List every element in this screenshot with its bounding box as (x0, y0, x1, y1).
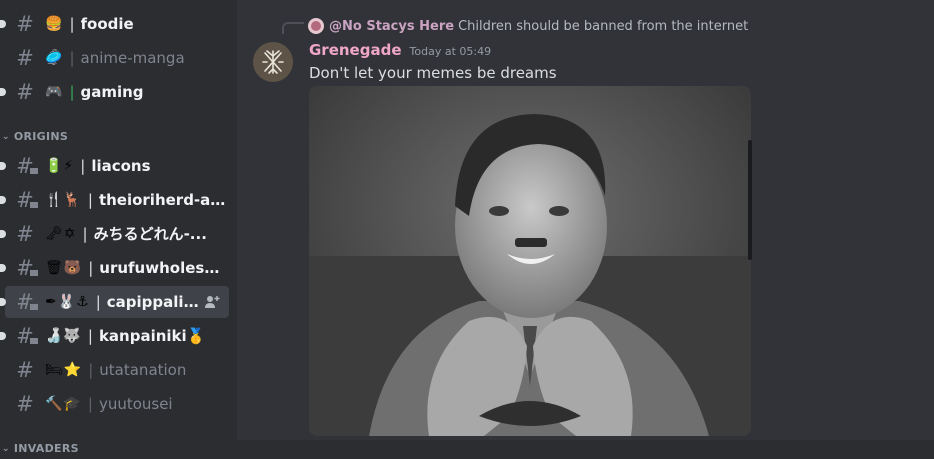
sidebar-channel-theioriherd-ak[interactable]: # 🍴🦌 | theioriherd-ak... (0, 184, 229, 216)
category-header[interactable]: ⌄ INVADERS (0, 442, 79, 455)
chevron-down-icon: ⌄ (2, 443, 10, 454)
channel-emoji: 🥏 (45, 50, 64, 66)
channel-separator: | (88, 259, 94, 277)
channel-name: theioriherd-ak... (98, 191, 229, 209)
reply-reference[interactable]: @No Stacys Here Children should be banne… (308, 18, 748, 34)
unread-indicator (0, 332, 6, 340)
unread-indicator (0, 264, 6, 272)
channel-emoji: 🔨🎓 (45, 396, 82, 412)
channel-name: みちるどれん-... (93, 225, 207, 243)
channel-sidebar: # 🍔 | foodie # 🥏 | anime-manga # 🎮 | gaming ⌄ ORIGINS… (0, 0, 237, 459)
sidebar-channel-yuutousei[interactable]: # 🔨🎓 | yuutousei (5, 388, 229, 420)
reply-avatar[interactable] (308, 18, 324, 34)
unread-indicator (0, 88, 6, 96)
text-channel-hash-icon: # (16, 12, 34, 36)
channel-separator: | (88, 361, 94, 379)
thread-badge-icon (28, 268, 40, 278)
message-header: Grenegade Today at 05:49 (309, 41, 491, 59)
channel-name: anime-manga (80, 49, 185, 67)
channel-name: capippalis... (106, 293, 203, 311)
chevron-down-icon: ⌄ (2, 131, 10, 142)
message-text: Don't let your memes be dreams (309, 64, 557, 82)
channel-name: liacons (91, 157, 151, 175)
sidebar-channel-capippalis[interactable]: # ✒🐰⚓ | capippalis... (0, 286, 229, 318)
channel-emoji: 🍶🐺 (45, 328, 82, 344)
message-timestamp[interactable]: Today at 05:49 (410, 45, 492, 58)
thread-channel-icon: # (13, 324, 40, 348)
thread-badge-icon (28, 166, 40, 176)
channel-name: kanpainiki🥇 (98, 327, 206, 345)
unread-indicator (0, 196, 6, 204)
text-channel-hash-icon: # (16, 80, 34, 104)
message-author[interactable]: Grenegade (309, 41, 402, 59)
text-channel-hash-icon: # (16, 392, 34, 416)
channel-separator: | (69, 49, 75, 67)
sidebar-channel-anime-manga[interactable]: # 🥏 | anime-manga (5, 42, 229, 74)
channel-emoji: 🎮 (45, 84, 64, 100)
reply-text[interactable]: Children should be banned from the inter… (458, 19, 748, 34)
thread-channel-icon: # (13, 154, 40, 178)
channel-separator: | (69, 83, 75, 101)
channel-emoji: 🍴🦌 (45, 192, 82, 208)
channel-emoji: 🗑🐻 (45, 260, 83, 276)
reply-connector (282, 22, 304, 34)
unread-indicator (0, 298, 6, 306)
channel-name: urufuwholesom... (99, 259, 229, 277)
thread-badge-icon (28, 200, 40, 210)
sidebar-channel-urufuwholesom[interactable]: # 🗑🐻 | urufuwholesom... (0, 252, 229, 284)
sidebar-channel-gaming[interactable]: # 🎮 | gaming (0, 76, 229, 108)
channel-separator: | (87, 327, 93, 345)
meme-photo-image (309, 86, 751, 436)
image-scrollbar[interactable] (748, 140, 752, 260)
image-attachment[interactable] (309, 86, 751, 436)
unread-indicator (0, 230, 6, 238)
category-label: INVADERS (13, 442, 79, 455)
text-channel-hash-icon: # (16, 46, 34, 70)
guild-crest-icon (253, 42, 293, 82)
channel-separator: | (82, 225, 88, 243)
sidebar-channel-liacons[interactable]: # 🔋⚡ | liacons (0, 150, 229, 182)
channel-emoji: ✒🐰⚓ (45, 294, 90, 310)
category-header[interactable]: ⌄ ORIGINS (0, 130, 68, 143)
reply-author[interactable]: @No Stacys Here (329, 19, 454, 34)
text-channel-hash-icon: # (16, 222, 34, 246)
avatar[interactable] (253, 42, 293, 82)
thread-channel-icon: # (13, 290, 40, 314)
thread-badge-icon (28, 302, 40, 312)
sidebar-channel-kanpainiki[interactable]: # 🍶🐺 | kanpainiki🥇 (0, 320, 229, 352)
unread-indicator (0, 162, 6, 170)
channel-emoji: 🍔 (45, 16, 64, 32)
thread-channel-icon: # (13, 188, 40, 212)
channel-name: utatanation (99, 361, 187, 379)
channel-separator: | (87, 395, 93, 413)
chat-bottom-bar (237, 440, 934, 459)
channel-name: gaming (80, 83, 144, 101)
sidebar-channel-utatanation[interactable]: # 🛏⭐ | utatanation (5, 354, 229, 386)
sidebar-channel-foodie[interactable]: # 🍔 | foodie (0, 8, 229, 40)
channel-name: foodie (80, 15, 134, 33)
channel-separator: | (95, 293, 101, 311)
add-member-icon[interactable] (203, 293, 221, 311)
channel-name: yuutousei (98, 395, 173, 413)
text-channel-hash-icon: # (16, 358, 34, 382)
thread-badge-icon (28, 336, 40, 346)
channel-separator: | (87, 191, 93, 209)
sidebar-channel-[interactable]: # 🗝✡ | みちるどれん-... (0, 218, 229, 250)
unread-indicator (0, 20, 6, 28)
channel-emoji: 🛏⭐ (45, 362, 83, 378)
channel-separator: | (69, 15, 75, 33)
thread-channel-icon: # (13, 256, 40, 280)
channel-separator: | (80, 157, 86, 175)
channel-emoji: 🔋⚡ (45, 158, 75, 174)
channel-emoji: 🗝✡ (45, 226, 77, 242)
category-label: ORIGINS (13, 130, 69, 143)
